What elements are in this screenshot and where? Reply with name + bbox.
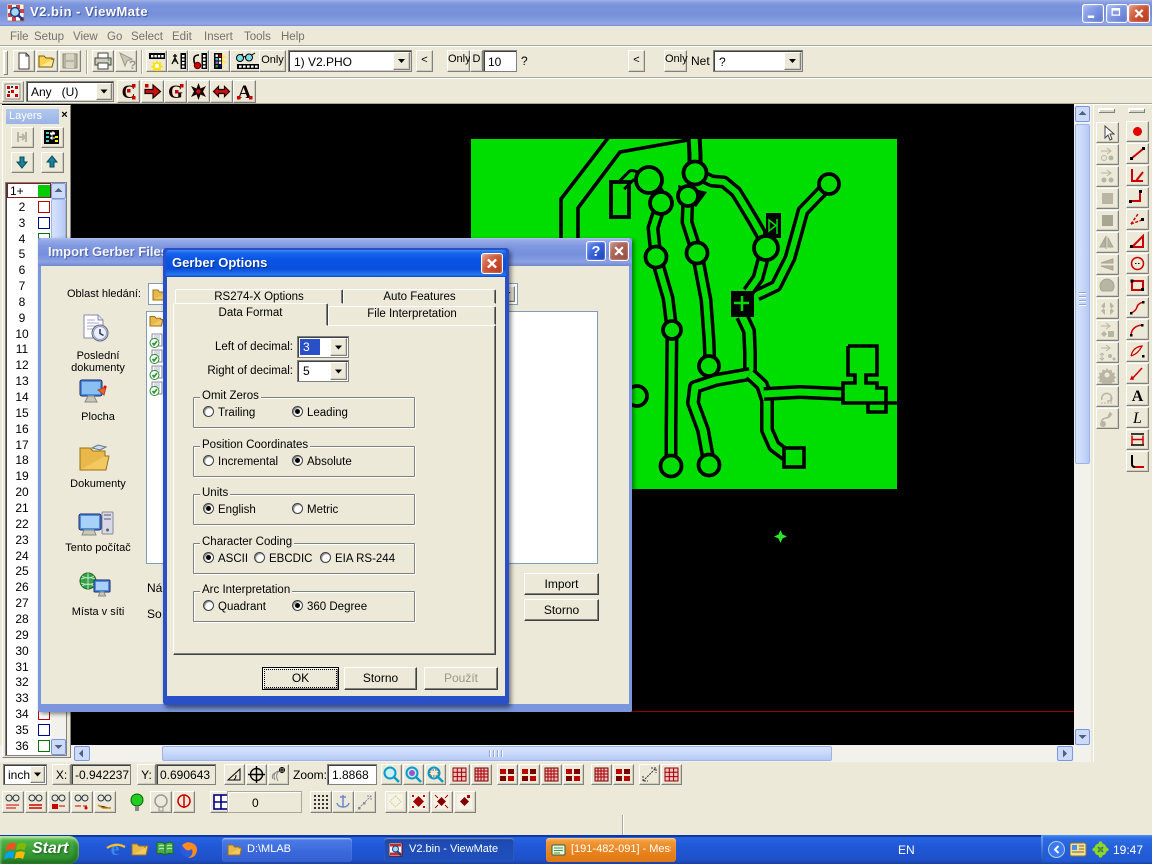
svg-text:A: A xyxy=(1132,388,1144,405)
svg-text:L: L xyxy=(1132,410,1142,427)
svg-text:?: ? xyxy=(592,244,601,260)
svg-text:e: e xyxy=(111,839,119,859)
svg-text:?: ? xyxy=(129,58,136,71)
